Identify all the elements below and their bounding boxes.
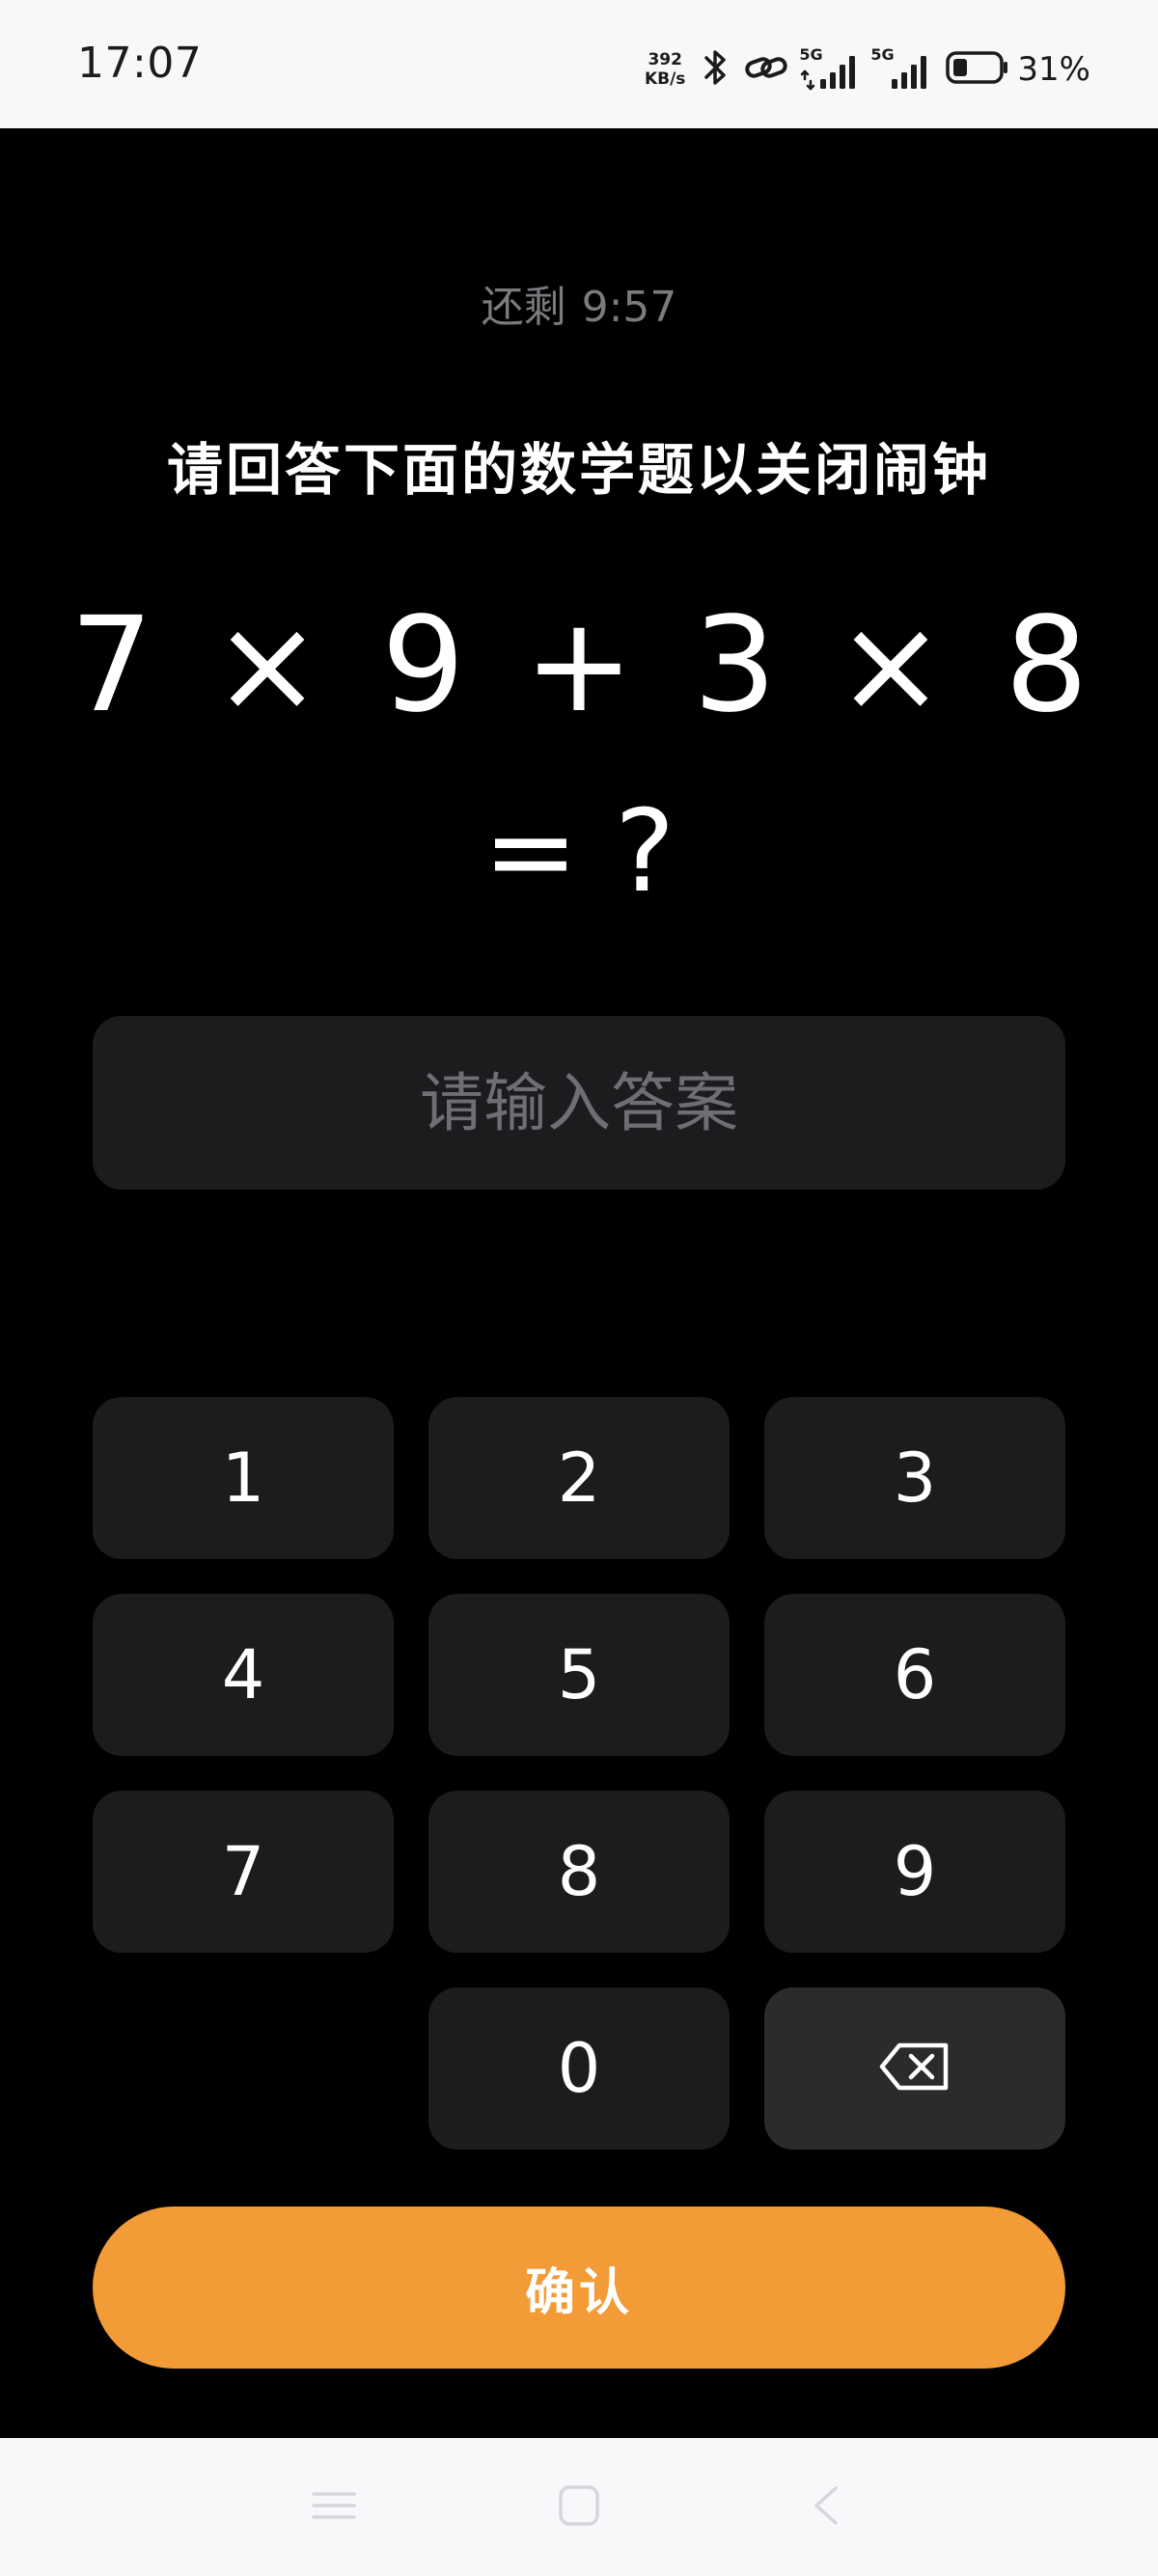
key-9[interactable]: 9 xyxy=(764,1791,1065,1953)
numeric-keypad: 1 2 3 4 5 6 7 8 9 0 xyxy=(93,1397,1065,2150)
key-3[interactable]: 3 xyxy=(764,1397,1065,1559)
confirm-button[interactable]: 确认 xyxy=(93,2206,1065,2369)
link-icon xyxy=(743,48,789,91)
cellular-signal-1-icon: 5G xyxy=(799,46,861,93)
key-2[interactable]: 2 xyxy=(428,1397,730,1559)
battery-indicator: 31% xyxy=(946,50,1090,89)
backspace-button[interactable] xyxy=(764,1987,1065,2150)
battery-percent: 31% xyxy=(1017,50,1090,89)
key-7[interactable]: 7 xyxy=(93,1791,394,1953)
key-8[interactable]: 8 xyxy=(428,1791,730,1953)
navigation-bar xyxy=(0,2438,1158,2576)
key-4[interactable]: 4 xyxy=(93,1594,394,1756)
network-speed: 392 KB/s xyxy=(645,50,685,89)
bluetooth-icon xyxy=(699,46,733,93)
countdown-label: 还剩 xyxy=(481,283,566,332)
math-result-placeholder: = ? xyxy=(482,784,676,918)
home-icon xyxy=(556,2482,602,2533)
key-6[interactable]: 6 xyxy=(764,1594,1065,1756)
menu-icon xyxy=(310,2486,358,2529)
backspace-icon xyxy=(878,2029,951,2108)
status-icons: 392 KB/s 5G 5G 31% xyxy=(645,42,1090,96)
home-button[interactable] xyxy=(511,2438,647,2576)
key-5[interactable]: 5 xyxy=(428,1594,730,1756)
menu-button[interactable] xyxy=(266,2438,401,2576)
battery-icon xyxy=(946,50,1009,89)
countdown-timer: 还剩 9:57 xyxy=(0,272,1158,334)
answer-input[interactable] xyxy=(93,1016,1065,1190)
network-speed-unit: KB/s xyxy=(644,69,686,89)
countdown-time: 9:57 xyxy=(581,283,677,332)
key-0[interactable]: 0 xyxy=(428,1987,730,2150)
back-button[interactable] xyxy=(758,2438,894,2576)
back-icon xyxy=(807,2482,845,2533)
cellular-signal-2-icon: 5G xyxy=(870,46,932,93)
key-1[interactable]: 1 xyxy=(93,1397,394,1559)
instruction-text: 请回答下面的数学题以关闭闹钟 xyxy=(166,437,991,503)
status-time: 17:07 xyxy=(77,39,203,88)
math-expression: 7 × 9 + 3 × 8 xyxy=(69,589,1089,742)
status-bar: 17:07 392 KB/s 5G 5G 31% xyxy=(0,0,1158,128)
network-speed-value: 392 xyxy=(648,50,682,69)
